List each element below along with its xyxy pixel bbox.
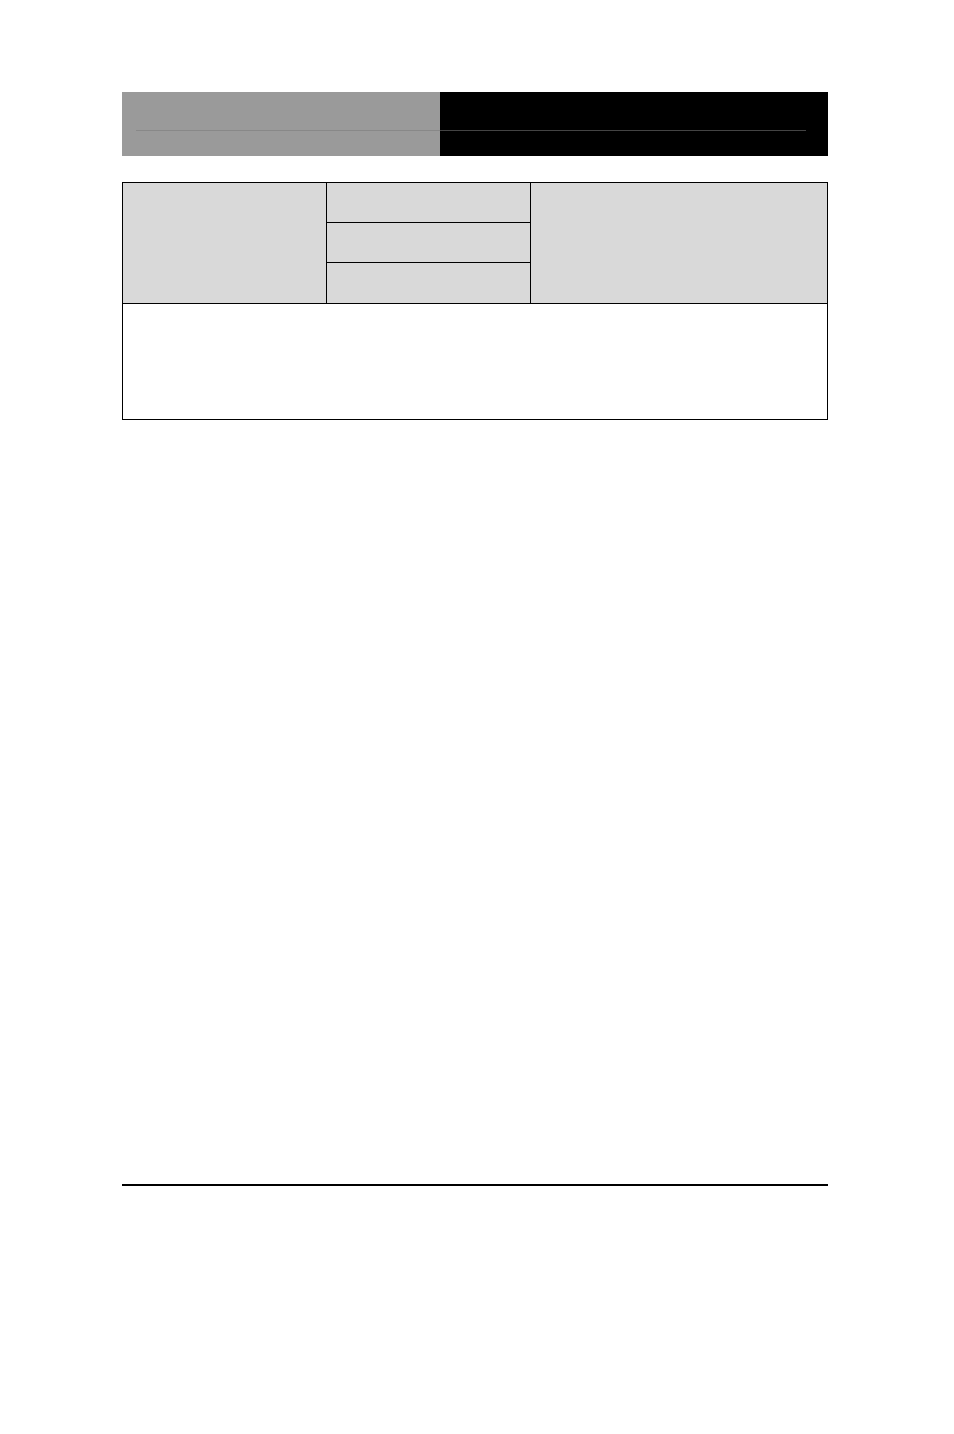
footer-divider: [122, 1184, 828, 1186]
table-cell-middle-1: [327, 183, 530, 223]
form-table: [122, 182, 828, 420]
table-cell-right: [531, 183, 827, 303]
header-left-panel: [122, 92, 440, 156]
header-right-underline: [440, 99, 806, 131]
table-cell-middle-group: [327, 183, 531, 303]
table-header-row: [123, 183, 827, 303]
table-cell-left: [123, 183, 327, 303]
page-content: [122, 92, 828, 420]
table-body-cell: [123, 303, 827, 419]
table-cell-middle-2: [327, 223, 530, 263]
header-left-underline: [136, 99, 440, 131]
header-right-panel: [440, 92, 828, 156]
header-bar: [122, 92, 828, 156]
table-cell-middle-3: [327, 263, 530, 303]
